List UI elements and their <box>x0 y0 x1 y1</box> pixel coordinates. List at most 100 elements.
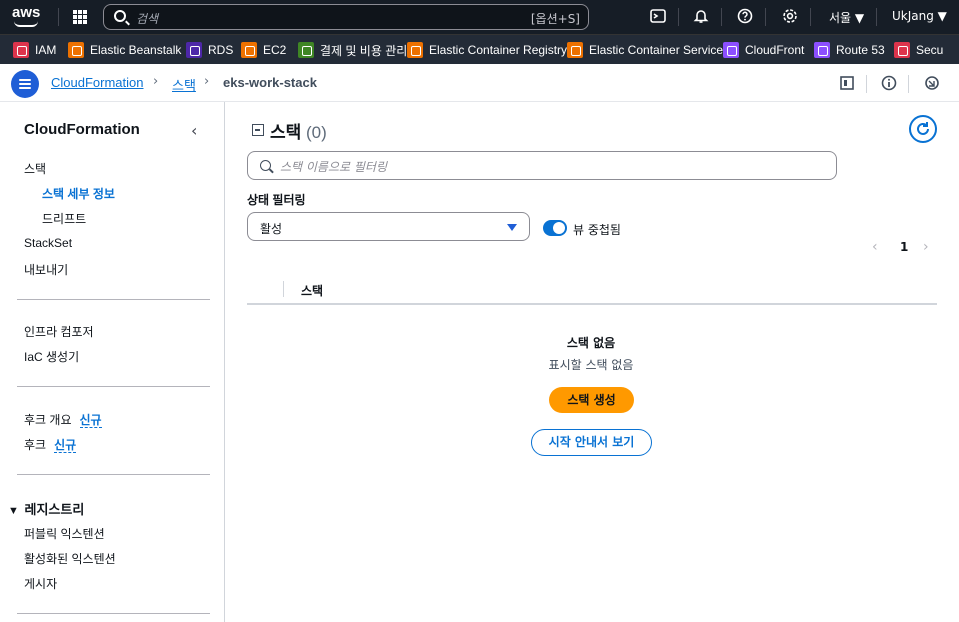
sidebar-item-label: 후크 <box>24 438 47 452</box>
page-title: 스택 (0) <box>270 118 327 143</box>
region-selector[interactable]: 서울 ▼ <box>829 9 864 26</box>
favorite-cloudfront[interactable]: CloudFront <box>723 41 804 59</box>
favorite-elastic-beanstalk[interactable]: Elastic Beanstalk <box>68 41 181 59</box>
cloudshell-icon[interactable] <box>649 8 667 26</box>
close-sidebar-icon[interactable]: ‹ <box>191 121 197 140</box>
empty-state: 스택 없음 표시할 스택 없음 스택 생성 시작 안내서 보기 <box>245 305 937 456</box>
caret-down-icon <box>507 224 517 231</box>
sidebar-item-stack-details[interactable]: 스택 세부 정보 <box>42 185 115 202</box>
side-menu-toggle-button[interactable] <box>11 70 39 98</box>
aws-logo-text: aws <box>12 4 41 21</box>
filter-placeholder: 스택 이름으로 필터링 <box>280 160 387 174</box>
next-page-icon[interactable]: › <box>923 239 929 255</box>
divider <box>17 474 210 475</box>
sidebar-item-publisher[interactable]: 게시자 <box>24 575 57 592</box>
sidebar-item-public-extensions[interactable]: 퍼블릭 익스텐션 <box>24 525 105 542</box>
elastic-beanstalk-icon <box>68 42 84 58</box>
sidebar-item-hooks-overview[interactable]: 후크 개요 신규 <box>24 411 102 428</box>
column-header-stack[interactable]: 스택 <box>301 282 323 299</box>
caret-down-icon: ▼ <box>8 505 19 517</box>
page-title-text: 스택 <box>270 123 302 142</box>
table-header: 스택 <box>247 275 937 305</box>
breadcrumb-stacks[interactable]: 스택 <box>172 75 196 94</box>
settings-gear-icon[interactable] <box>781 8 799 26</box>
cloudfront-icon <box>723 42 739 58</box>
nested-view-label: 뷰 중첩됨 <box>573 223 621 237</box>
getting-started-guide-button[interactable]: 시작 안내서 보기 <box>531 429 652 456</box>
chevron-right-icon: › <box>204 74 210 89</box>
sidebar-item-label: 후크 개요 <box>24 413 72 427</box>
sidebar-item-activated-extensions[interactable]: 활성화된 익스텐션 <box>24 550 116 567</box>
favorite-label: EC2 <box>263 43 287 57</box>
notifications-bell-icon[interactable] <box>692 8 710 26</box>
empty-state-description: 표시할 스택 없음 <box>548 358 634 372</box>
split-panel-icon[interactable] <box>839 75 855 91</box>
new-badge: 신규 <box>54 438 77 453</box>
iam-icon <box>13 42 29 58</box>
sidebar-item-hooks[interactable]: 후크 신규 <box>24 436 77 453</box>
services-grid-icon[interactable] <box>73 10 87 24</box>
divider <box>876 8 877 26</box>
divider <box>810 8 811 26</box>
favorite-iam[interactable]: IAM <box>13 41 56 59</box>
divider <box>17 386 210 387</box>
search-icon <box>114 10 126 22</box>
divider <box>17 613 210 614</box>
favorite-ec2[interactable]: EC2 <box>241 41 286 59</box>
side-navigation: CloudFormation ‹ 스택 스택 세부 정보 드리프트 StackS… <box>0 102 225 622</box>
refresh-button[interactable] <box>909 115 937 143</box>
sidebar-item-infra-composer[interactable]: 인프라 컴포저 <box>24 323 94 340</box>
empty-state-title: 스택 없음 <box>566 336 616 350</box>
breadcrumb-cloudformation[interactable]: CloudFormation <box>51 75 144 90</box>
favorite-ecr[interactable]: Elastic Container Registry <box>407 41 567 59</box>
chevron-right-icon: › <box>153 74 159 89</box>
rds-icon <box>186 42 202 58</box>
search-shortcut: [옵션+S] <box>530 12 580 26</box>
billing-icon <box>298 42 314 58</box>
account-menu[interactable]: UkJang ▼ <box>892 9 947 23</box>
global-search-input[interactable]: 검색 [옵션+S] <box>103 4 589 30</box>
ec2-icon <box>241 42 257 58</box>
sidebar-item-stacksets[interactable]: StackSet <box>24 236 72 250</box>
favorite-label: IAM <box>35 43 57 57</box>
nested-view-toggle[interactable] <box>543 220 567 236</box>
stack-filter-input[interactable]: 스택 이름으로 필터링 <box>247 151 837 180</box>
column-separator <box>283 281 284 297</box>
divider <box>765 8 766 26</box>
sidebar-item-drift[interactable]: 드리프트 <box>42 210 86 227</box>
search-icon <box>260 160 271 171</box>
registry-section-title: 레지스트리 <box>24 502 85 517</box>
divider <box>58 8 59 26</box>
favorite-billing[interactable]: 결제 및 비용 관리 <box>298 41 407 59</box>
breadcrumb-bar: CloudFormation › 스택 › eks-work-stack <box>0 64 959 102</box>
favorite-label: Elastic Container Registry <box>429 43 568 57</box>
favorite-rds[interactable]: RDS <box>186 41 233 59</box>
divider <box>866 75 867 93</box>
collapse-icon[interactable] <box>252 124 264 136</box>
sidebar-item-exports[interactable]: 내보내기 <box>24 261 68 278</box>
sidebar-item-stacks[interactable]: 스택 <box>24 160 46 177</box>
favorite-ecs[interactable]: Elastic Container Service <box>567 41 723 59</box>
status-filter-select[interactable]: 활성 <box>247 212 530 241</box>
side-nav-title[interactable]: CloudFormation <box>24 121 140 138</box>
refresh-icon <box>917 122 929 135</box>
favorite-route53[interactable]: Route 53 <box>814 41 885 59</box>
aws-logo[interactable]: aws <box>12 5 44 29</box>
create-stack-button[interactable]: 스택 생성 <box>549 387 634 413</box>
favorite-security[interactable]: Secu <box>894 41 943 59</box>
ecs-icon <box>567 42 583 58</box>
sidebar-item-iac-generator[interactable]: IaC 생성기 <box>24 348 79 365</box>
ecr-icon <box>407 42 423 58</box>
feedback-icon[interactable] <box>924 75 940 91</box>
help-icon[interactable] <box>736 8 754 26</box>
page-number[interactable]: 1 <box>900 240 908 254</box>
divider <box>721 8 722 26</box>
breadcrumb-current: eks-work-stack <box>223 75 317 90</box>
info-icon[interactable] <box>881 75 897 91</box>
favorite-label: Elastic Beanstalk <box>90 43 182 57</box>
favorite-label: Route 53 <box>836 43 885 57</box>
previous-page-icon[interactable]: ‹ <box>872 239 878 255</box>
divider <box>678 8 679 26</box>
registry-section-toggle[interactable]: ▼ 레지스트리 <box>8 499 84 518</box>
status-filter-label: 상태 필터링 <box>247 193 306 207</box>
